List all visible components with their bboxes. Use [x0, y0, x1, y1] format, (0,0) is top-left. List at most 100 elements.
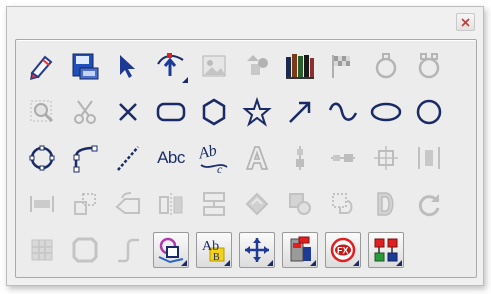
stretch-icon	[30, 196, 54, 212]
close-button[interactable]	[456, 13, 475, 31]
move-tool[interactable]	[239, 232, 275, 268]
circle-points-tool[interactable]	[24, 140, 60, 176]
submenu-indicator	[396, 260, 402, 266]
letter-d-icon	[377, 192, 394, 216]
tool-palette: Abc Ab c Ab B FX	[15, 39, 477, 278]
ring-tool	[368, 48, 404, 84]
save-icon	[72, 53, 99, 80]
transform-icon	[245, 192, 269, 216]
distribute-icon	[418, 147, 440, 169]
align-horizontal-tool	[325, 140, 361, 176]
rounded-rect-tool[interactable]	[153, 94, 189, 130]
double-ring-tool	[411, 48, 447, 84]
refresh-icon	[418, 194, 440, 217]
text-tool[interactable]: Abc	[153, 140, 189, 176]
outline-text-icon	[245, 146, 269, 170]
image-icon	[202, 55, 226, 77]
close-icon	[461, 17, 470, 27]
polyline-icon	[73, 145, 98, 173]
fill-tool[interactable]	[282, 232, 318, 268]
star-icon	[242, 97, 272, 127]
curved-text-icon: Ab c	[197, 142, 228, 175]
shapes-icon	[247, 55, 268, 75]
rounded-rect-icon	[156, 102, 186, 122]
star-tool[interactable]	[239, 94, 275, 130]
polyline-tool[interactable]	[67, 140, 103, 176]
order-tool	[196, 186, 232, 222]
effects-tool[interactable]: FX	[325, 232, 361, 268]
dashed-line-tool[interactable]	[110, 140, 146, 176]
frame-icon	[72, 237, 98, 263]
arrow-line-icon	[289, 101, 311, 123]
submenu-indicator	[310, 260, 316, 266]
grid-icon	[31, 239, 53, 261]
group-tool	[67, 186, 103, 222]
merge-tool	[282, 186, 318, 222]
zoom-icon	[30, 100, 54, 123]
circle-icon	[416, 99, 442, 125]
ellipse-icon	[370, 102, 402, 122]
align-center-tool	[368, 140, 404, 176]
pencil-tool[interactable]	[24, 48, 60, 84]
circle-tool[interactable]	[411, 94, 447, 130]
library-icon	[286, 54, 314, 79]
exclude-icon	[332, 193, 353, 214]
image-tool	[196, 48, 232, 84]
align-center-icon	[374, 146, 398, 170]
arrow-line-tool[interactable]	[282, 94, 318, 130]
align-vertical-icon	[296, 146, 304, 170]
double-ring-icon	[418, 53, 440, 79]
bend-icon	[118, 238, 139, 263]
exclude-tool	[325, 186, 361, 222]
frame-tool	[67, 232, 103, 268]
curve-tool[interactable]	[325, 94, 361, 130]
scissors-icon	[74, 100, 96, 124]
select-arrow-icon	[120, 55, 135, 78]
shapes-tool	[239, 48, 275, 84]
svg-text:B: B	[213, 252, 220, 263]
submenu-indicator	[181, 260, 187, 266]
curved-text-tool[interactable]: Ab c	[196, 140, 232, 176]
flip-tool	[153, 186, 189, 222]
hexagon-tool[interactable]	[196, 94, 232, 130]
group-icon	[74, 193, 96, 215]
flip-icon	[159, 193, 183, 215]
flags-tool	[325, 48, 361, 84]
submenu-indicator	[182, 77, 188, 83]
align-vertical-tool	[282, 140, 318, 176]
letter-d-tool	[368, 186, 404, 222]
cross-tool[interactable]	[110, 94, 146, 130]
text-tool-label: Abc	[157, 148, 185, 167]
insert-point-tool[interactable]	[153, 48, 189, 84]
dashed-line-icon	[117, 146, 139, 171]
tool-grid: Abc Ab c Ab B FX	[24, 48, 447, 268]
order-icon	[203, 192, 225, 216]
transform-tool	[239, 186, 275, 222]
shape-layers-tool[interactable]	[153, 232, 189, 268]
align-horizontal-icon	[331, 154, 355, 162]
text-style-tool[interactable]: Ab B	[196, 232, 232, 268]
circle-points-icon	[29, 145, 55, 171]
submenu-indicator	[267, 260, 273, 266]
pencil-icon	[30, 55, 53, 81]
submenu-indicator	[353, 260, 359, 266]
refresh-tool	[411, 186, 447, 222]
outline-text-tool	[239, 140, 275, 176]
curved-text-c: c	[217, 162, 223, 175]
grid-tool	[24, 232, 60, 268]
save-tool[interactable]	[67, 48, 103, 84]
library-tool[interactable]	[282, 48, 318, 84]
merge-icon	[289, 193, 311, 215]
distribute-tool	[411, 140, 447, 176]
cross-icon	[119, 103, 137, 121]
bend-tool	[110, 232, 146, 268]
ellipse-tool[interactable]	[368, 94, 404, 130]
zoom-tool	[24, 94, 60, 130]
select-tool[interactable]	[110, 48, 146, 84]
arrange-tool[interactable]	[368, 232, 404, 268]
curve-icon	[328, 102, 358, 121]
svg-text:FX: FX	[337, 246, 349, 256]
ring-icon	[375, 53, 397, 79]
flags-icon	[332, 55, 350, 78]
stretch-tool	[24, 186, 60, 222]
